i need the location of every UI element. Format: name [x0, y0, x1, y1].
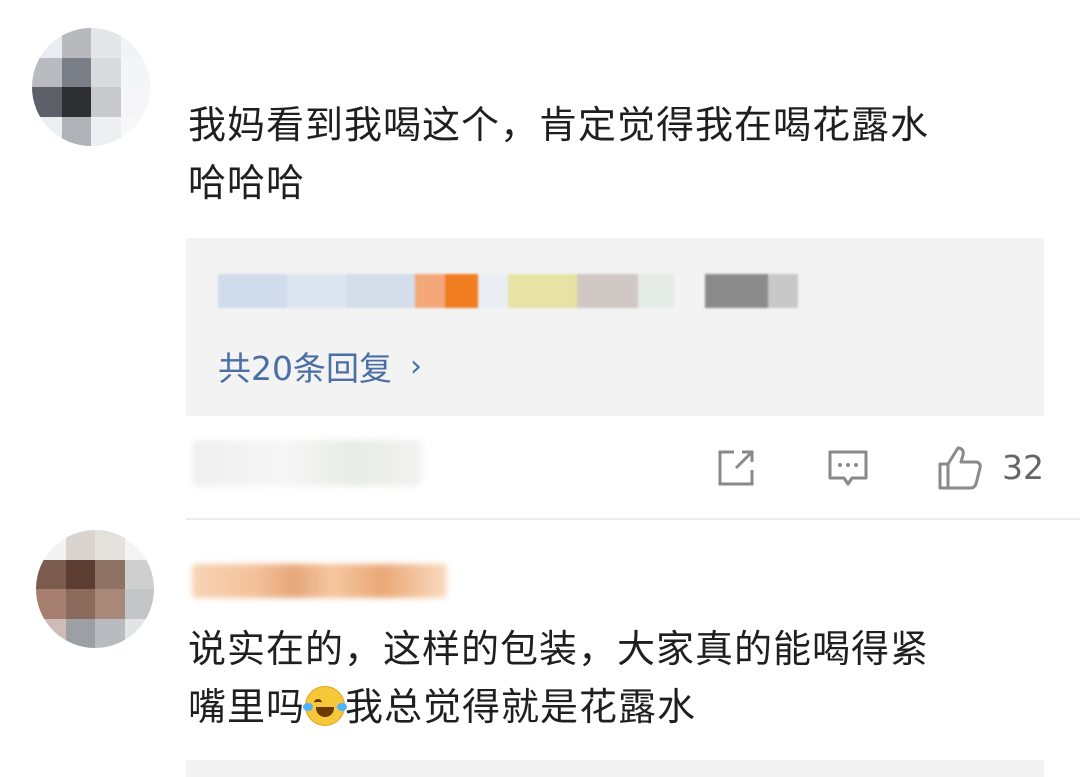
- comment-text: 说实在的，这样的包装，大家真的能喝得紧 嘴里吗 我总觉得就是花露水: [188, 620, 929, 736]
- view-replies-label: 共20条回复: [218, 349, 392, 388]
- replies-box[interactable]: [186, 760, 1044, 777]
- avatar-mosaic: [36, 530, 154, 648]
- comment-text-line1: 我妈看到我喝这个，肯定觉得我在喝花露水: [188, 103, 930, 147]
- share-icon[interactable]: [712, 444, 760, 492]
- comment-icon[interactable]: [824, 444, 872, 492]
- reply-preview-blurred: [218, 274, 798, 308]
- username-blurred[interactable]: [192, 564, 447, 598]
- avatar[interactable]: [36, 530, 154, 648]
- view-replies-link[interactable]: 共20条回复 ›: [218, 342, 422, 390]
- avatar[interactable]: [32, 28, 150, 146]
- thumbs-up-icon[interactable]: [936, 444, 984, 492]
- username-blurred[interactable]: [190, 40, 425, 74]
- divider: [186, 518, 1080, 520]
- timestamp-blurred: [192, 440, 422, 486]
- like-count: 32: [1002, 448, 1044, 487]
- comment-text-line2: 嘴里吗 我总觉得就是花露水: [188, 678, 929, 736]
- replies-box[interactable]: 共20条回复 ›: [186, 238, 1044, 416]
- comment-text-line1: 说实在的，这样的包装，大家真的能喝得紧: [188, 627, 930, 671]
- chevron-right-icon: ›: [410, 348, 422, 384]
- comment-text-line2: 哈哈哈: [188, 161, 306, 205]
- comment-text-suffix: 我总觉得就是花露水: [345, 685, 697, 729]
- avatar-mosaic: [32, 28, 150, 146]
- comment-text-prefix: 嘴里吗: [188, 685, 306, 729]
- laughing-crying-emoji-icon: [303, 686, 348, 726]
- comment-text: 我妈看到我喝这个，肯定觉得我在喝花露水 哈哈哈: [188, 96, 929, 212]
